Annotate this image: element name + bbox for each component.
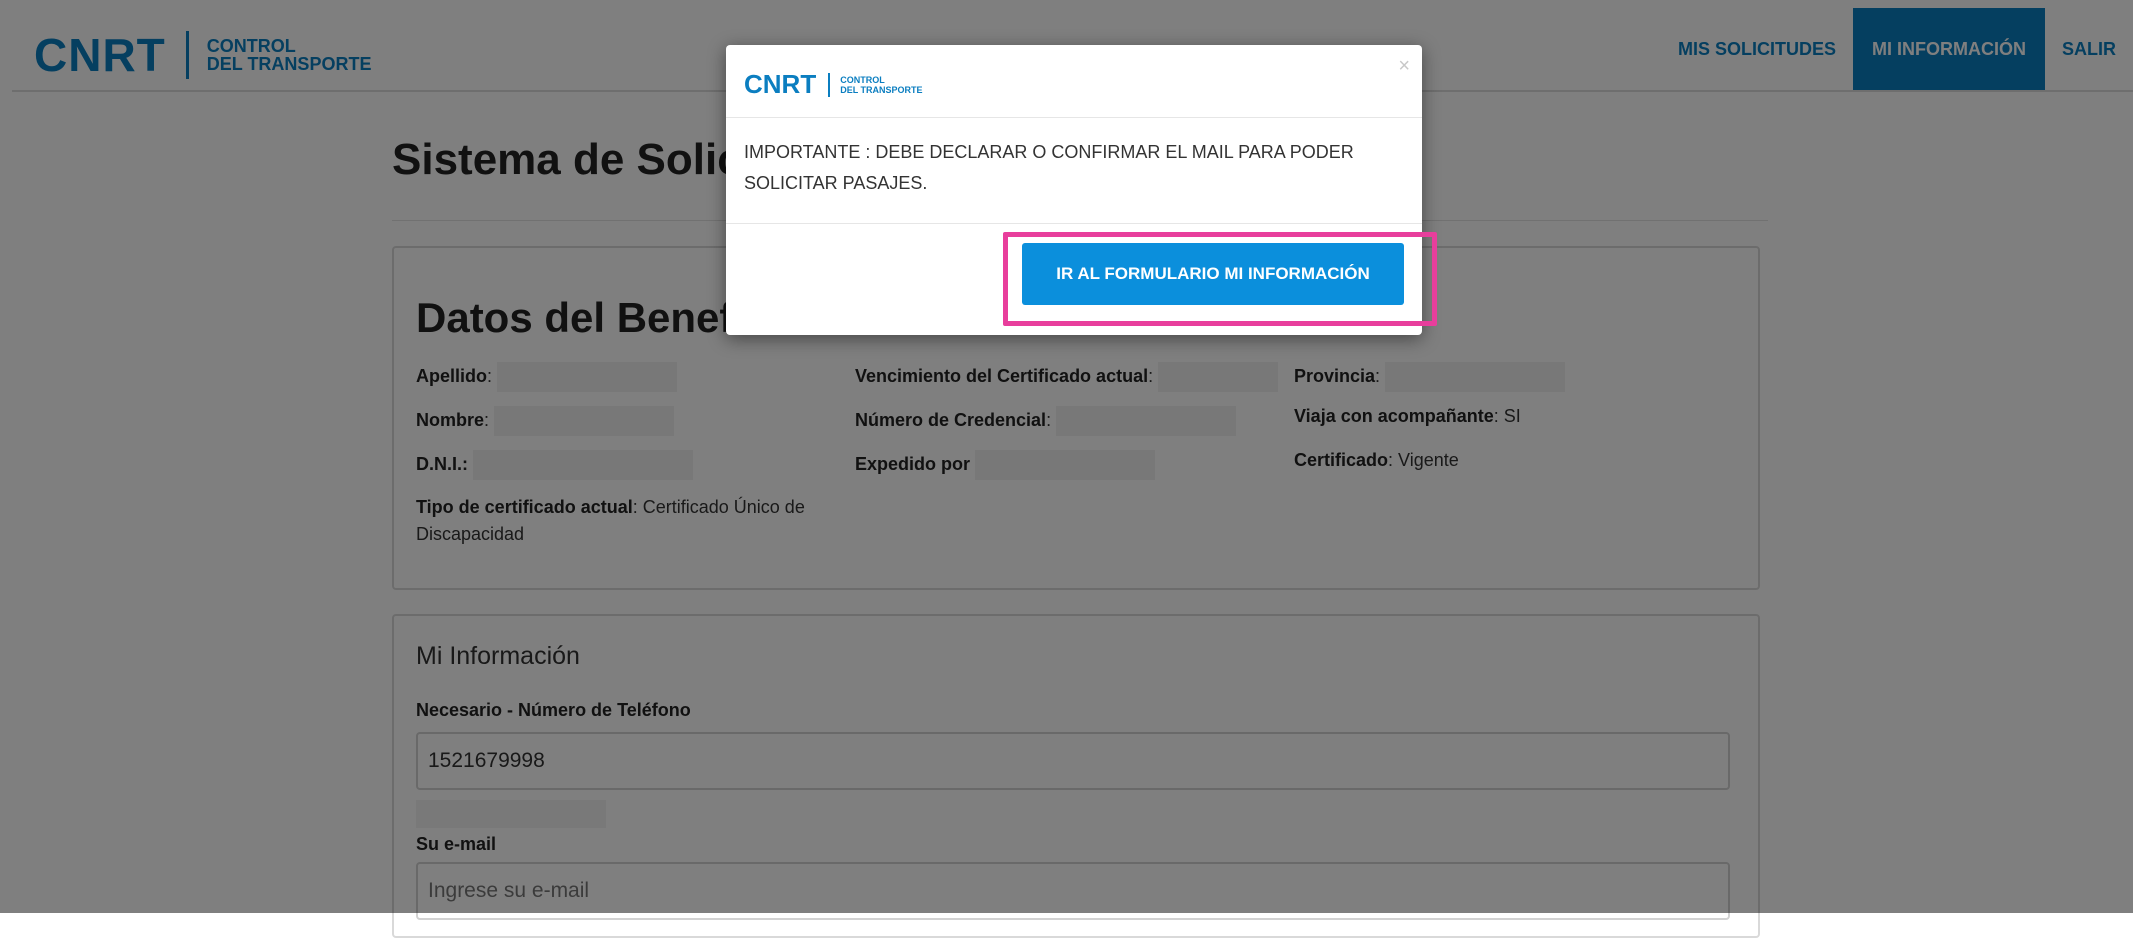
modal-logo-subtitle-line1: CONTROL xyxy=(840,74,885,85)
modal-logo-separator xyxy=(828,72,831,97)
modal-logo-subtitle-line2: DEL TRANSPORTE xyxy=(840,84,923,95)
modal-header-divider xyxy=(726,117,1422,118)
modal-logo-subtitle: CONTROL DEL TRANSPORTE xyxy=(840,75,922,95)
modal-logo-main-text: CNRT xyxy=(744,69,817,99)
modal-cnrt-logo: CNRT CONTROL DEL TRANSPORTE xyxy=(744,69,923,100)
close-icon[interactable]: × xyxy=(1398,55,1410,78)
modal-message: IMPORTANTE : DEBE DECLARAR O CONFIRMAR E… xyxy=(744,142,1354,193)
modal-footer-divider xyxy=(726,223,1422,224)
button-highlight-box xyxy=(1003,232,1437,326)
